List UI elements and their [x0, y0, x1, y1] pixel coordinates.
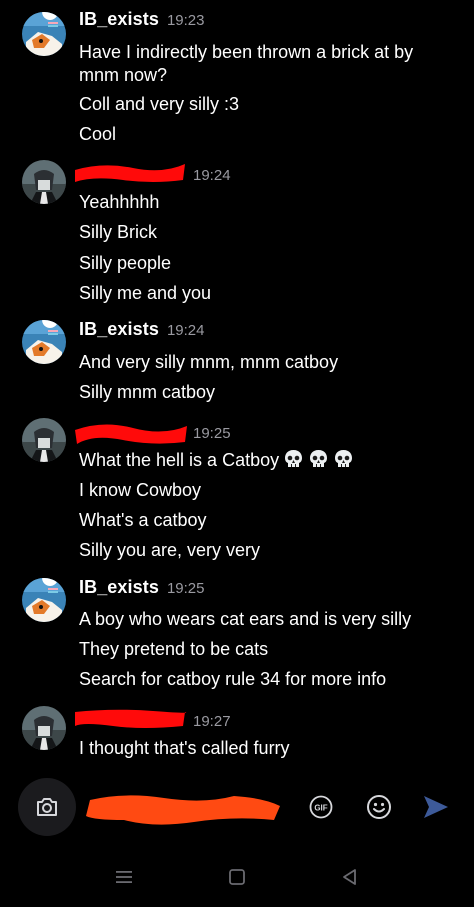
- timestamp: 19:23: [166, 12, 205, 29]
- message-list[interactable]: IB_exists 19:23 Have I indirectly been t…: [0, 0, 474, 770]
- message-input-bar: GIF: [0, 770, 474, 845]
- send-button[interactable]: [422, 794, 450, 820]
- home-button[interactable]: [227, 867, 247, 887]
- avatar[interactable]: [22, 706, 66, 750]
- message-line[interactable]: Have I indirectly been thrown a brick at…: [79, 40, 459, 64]
- send-icon: [424, 796, 448, 818]
- redacted-sender-name: [75, 418, 187, 444]
- message-line[interactable]: Cool: [79, 122, 459, 146]
- message-header: IB_exists 19:23: [79, 9, 205, 35]
- camera-button[interactable]: [18, 778, 76, 836]
- ib-exists-avatar-icon: [22, 12, 66, 56]
- message-line[interactable]: Coll and very silly :3: [79, 92, 459, 116]
- message-line[interactable]: Silly Brick: [79, 220, 459, 244]
- timestamp: 19:27: [193, 713, 231, 730]
- redaction-scribble-icon: [75, 709, 187, 728]
- avatar[interactable]: [22, 160, 66, 204]
- timestamp: 19:25: [166, 580, 205, 597]
- message-header: IB_exists 19:24: [79, 319, 205, 345]
- other-user-avatar-icon: [22, 160, 66, 204]
- message-line[interactable]: Yeahhhhh: [79, 190, 459, 214]
- message-input[interactable]: [84, 784, 294, 830]
- redaction-scribble-icon: [75, 164, 185, 182]
- message-text: What the hell is a Catboy: [79, 450, 280, 470]
- sender-name[interactable]: IB_exists: [79, 319, 159, 340]
- timestamp: 19:24: [193, 167, 231, 184]
- ib-exists-avatar-icon: [22, 320, 66, 364]
- avatar[interactable]: [22, 12, 66, 56]
- message-header: 19:27: [75, 706, 231, 732]
- message-line[interactable]: I know Cowboy: [79, 478, 459, 502]
- skull-icon: [310, 450, 328, 467]
- avatar[interactable]: [22, 578, 66, 622]
- skull-icon: [285, 450, 303, 467]
- back-triangle-icon: [343, 869, 356, 885]
- back-button[interactable]: [340, 867, 360, 887]
- avatar[interactable]: [22, 320, 66, 364]
- message-line[interactable]: What the hell is a Catboy: [79, 448, 459, 472]
- message-line[interactable]: Silly me and you: [79, 281, 459, 305]
- redaction-scribble-icon: [75, 424, 187, 444]
- other-user-avatar-icon: [22, 418, 66, 462]
- message-header: IB_exists 19:25: [79, 577, 205, 603]
- recents-button[interactable]: [114, 867, 134, 887]
- message-line[interactable]: Silly you are, very very: [79, 538, 459, 562]
- timestamp: 19:24: [166, 322, 205, 339]
- message-header: 19:25: [75, 418, 231, 444]
- avatar[interactable]: [22, 418, 66, 462]
- message-line[interactable]: Search for catboy rule 34 for more info: [79, 667, 459, 691]
- system-nav-bar: [0, 845, 474, 907]
- message-line[interactable]: mnm now?: [79, 63, 459, 87]
- camera-icon: [37, 798, 57, 816]
- message-line[interactable]: Silly mnm catboy: [79, 380, 459, 404]
- message-line[interactable]: A boy who wears cat ears and is very sil…: [79, 607, 459, 631]
- other-user-avatar-icon: [22, 706, 66, 750]
- sender-name[interactable]: IB_exists: [79, 577, 159, 598]
- message-line[interactable]: I thought that's called furry: [79, 736, 459, 760]
- smiley-icon: [367, 795, 391, 819]
- message-line[interactable]: And very silly mnm, mnm catboy: [79, 350, 459, 374]
- skull-icon: [335, 450, 353, 467]
- menu-icon: [116, 871, 132, 883]
- gif-label: GIF: [314, 804, 327, 813]
- redacted-sender-name: [75, 160, 185, 182]
- square-icon: [229, 869, 245, 885]
- message-line[interactable]: What's a catboy: [79, 508, 459, 532]
- ib-exists-avatar-icon: [22, 578, 66, 622]
- gif-icon: GIF: [309, 795, 333, 819]
- redacted-sender-name: [75, 706, 187, 728]
- message-line[interactable]: They pretend to be cats: [79, 637, 459, 661]
- sender-name[interactable]: IB_exists: [79, 9, 159, 30]
- message-line[interactable]: Silly people: [79, 251, 459, 275]
- message-header: 19:24: [75, 160, 231, 186]
- emoji-button[interactable]: [366, 794, 392, 820]
- gif-button[interactable]: GIF: [309, 795, 333, 819]
- timestamp: 19:25: [193, 425, 231, 442]
- redaction-scribble-icon: [86, 795, 280, 825]
